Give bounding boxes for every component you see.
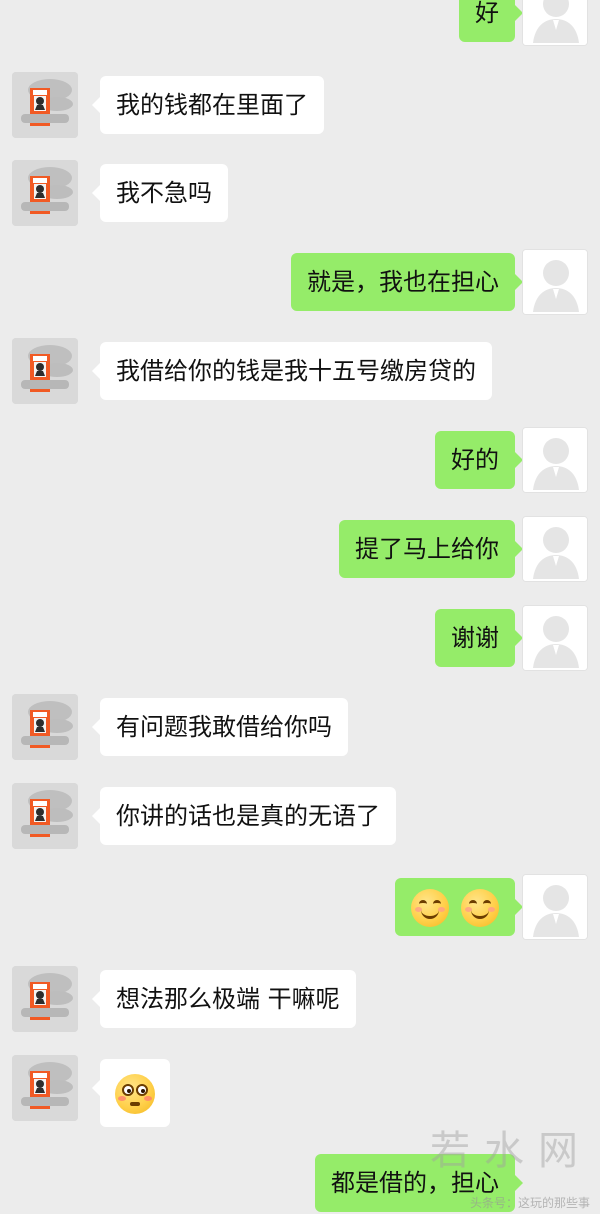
default-user-avatar-icon [523, 517, 587, 581]
default-user-avatar-icon [523, 606, 587, 670]
user-avatar[interactable] [522, 0, 588, 46]
default-user-avatar-icon [523, 875, 587, 939]
user-avatar[interactable] [522, 249, 588, 315]
default-user-avatar-icon [523, 428, 587, 492]
badge-photo-avatar-icon [12, 160, 78, 226]
badge-photo-avatar-icon [12, 783, 78, 849]
message-bubble[interactable]: 谢谢 [435, 609, 523, 667]
badge-photo-avatar-icon [12, 338, 78, 404]
badge-photo-avatar-icon [12, 694, 78, 760]
message-bubble[interactable]: 好 [459, 0, 523, 42]
contact-avatar[interactable] [12, 1055, 78, 1121]
message-bubble[interactable]: 我的钱都在里面了 [92, 76, 324, 134]
smiling-face-icon [461, 889, 499, 927]
message-bubble[interactable]: 有问题我敢借给你吗 [92, 698, 348, 756]
user-avatar[interactable] [522, 516, 588, 582]
message-bubble[interactable]: 就是，我也在担心 [291, 253, 523, 311]
message-bubble[interactable]: 我不急吗 [92, 164, 228, 222]
message-bubble[interactable]: 都是借的，担心 [315, 1154, 523, 1212]
badge-photo-avatar-icon [12, 72, 78, 138]
default-user-avatar-icon [523, 0, 587, 45]
contact-avatar[interactable] [12, 338, 78, 404]
message-bubble[interactable]: 你讲的话也是真的无语了 [92, 787, 396, 845]
contact-avatar[interactable] [12, 694, 78, 760]
contact-avatar[interactable] [12, 160, 78, 226]
emoji-message-bubble[interactable] [92, 1059, 170, 1127]
badge-photo-avatar-icon [12, 966, 78, 1032]
user-avatar[interactable] [522, 874, 588, 940]
smiling-face-icon [411, 889, 450, 927]
user-avatar[interactable] [522, 427, 588, 493]
contact-avatar[interactable] [12, 72, 78, 138]
default-user-avatar-icon [523, 250, 587, 314]
badge-photo-avatar-icon [12, 1055, 78, 1121]
message-bubble[interactable]: 我借给你的钱是我十五号缴房贷的 [92, 342, 492, 400]
contact-avatar[interactable] [12, 783, 78, 849]
flushed-face-icon [115, 1074, 155, 1114]
chat-window: 好 我的钱都在里面了 我不急吗 就是，我也在担心 我借给你的钱是我十五号缴房贷的… [0, 0, 600, 1214]
message-bubble[interactable]: 好的 [435, 431, 523, 489]
message-bubble[interactable]: 想法那么极端 干嘛呢 [92, 970, 356, 1028]
contact-avatar[interactable] [12, 966, 78, 1032]
message-bubble[interactable]: 提了马上给你 [339, 520, 523, 578]
user-avatar[interactable] [522, 605, 588, 671]
emoji-message-bubble[interactable] [395, 878, 523, 936]
